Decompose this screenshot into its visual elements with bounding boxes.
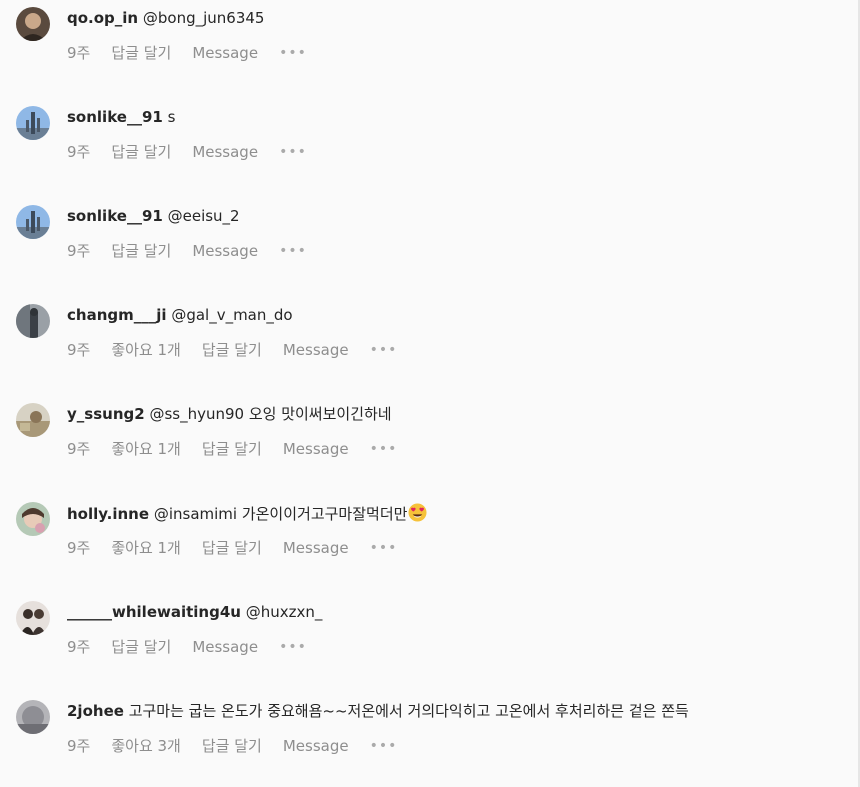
more-options-icon[interactable]: ••• [370,736,398,756]
comment-item: 2johee 고구마는 굽는 온도가 중요해욤~~저온에서 거의다익히고 고온에… [0,693,860,783]
timestamp[interactable]: 9주 [67,439,90,459]
comment-text: s [167,108,176,126]
avatar[interactable] [16,304,50,338]
avatar[interactable] [16,502,50,536]
heart-eyes-emoji-icon [408,503,427,522]
reply-button[interactable]: 답글 달기 [111,43,171,63]
likes-count[interactable]: 좋아요 1개 [111,439,181,459]
more-options-icon[interactable]: ••• [279,637,307,657]
comment-text: @ss_hyun90 오잉 맛이써보이긴하네 [149,405,392,423]
username[interactable]: qo.op_in [67,9,138,27]
comment-text: @huxzxn_ [245,603,323,621]
timestamp[interactable]: 9주 [67,142,90,162]
timestamp[interactable]: 9주 [67,241,90,261]
reply-button[interactable]: 답글 달기 [202,538,262,558]
reply-button[interactable]: 답글 달기 [111,241,171,261]
avatar[interactable] [16,700,50,734]
more-options-icon[interactable]: ••• [370,439,398,459]
username[interactable]: changm___ji [67,306,167,324]
avatar[interactable] [16,403,50,437]
more-options-icon[interactable]: ••• [279,241,307,261]
reply-button[interactable]: 답글 달기 [202,736,262,756]
username[interactable]: holly.inne [67,505,149,523]
avatar[interactable] [16,205,50,239]
comment-text: @gal_v_man_do [171,306,293,324]
message-button[interactable]: Message [283,538,349,558]
comment-text: @eeisu_2 [167,207,240,225]
timestamp[interactable]: 9주 [67,340,90,360]
message-button[interactable]: Message [192,43,258,63]
timestamp[interactable]: 9주 [67,538,90,558]
username[interactable]: sonlike__91 [67,207,163,225]
more-options-icon[interactable]: ••• [370,538,398,558]
comment-item: ______whilewaiting4u @huxzxn_ 9주 답글 달기 Mes… [0,594,860,684]
comment-item: changm___ji @gal_v_man_do 9주 좋아요 1개 답글 달기 M… [0,297,860,387]
timestamp[interactable]: 9주 [67,637,90,657]
more-options-icon[interactable]: ••• [279,43,307,63]
username[interactable]: sonlike__91 [67,108,163,126]
reply-button[interactable]: 답글 달기 [111,637,171,657]
comment-item: qo.op_in @bong_jun6345 9주 답글 달기 Message ••• [0,0,860,90]
timestamp[interactable]: 9주 [67,43,90,63]
message-button[interactable]: Message [192,637,258,657]
message-button[interactable]: Message [283,736,349,756]
message-button[interactable]: Message [283,340,349,360]
avatar[interactable] [16,106,50,140]
username[interactable]: ______whilewaiting4u [67,603,241,621]
message-button[interactable]: Message [192,142,258,162]
comment-item: holly.inne @insamimi 가온이이거고구마잘먹더만 9주 좋아요 … [0,495,860,585]
likes-count[interactable]: 좋아요 1개 [111,538,181,558]
comment-text: @bong_jun6345 [142,9,265,27]
more-options-icon[interactable]: ••• [370,340,398,360]
comment-item: sonlike__91 s 9주 답글 달기 Message ••• [0,99,860,189]
comment-text: @insamimi 가온이이거고구마잘먹더만 [153,505,408,523]
comment-item: y_ssung2 @ss_hyun90 오잉 맛이써보이긴하네 9주 좋아요 1개… [0,396,860,486]
avatar[interactable] [16,601,50,635]
reply-button[interactable]: 답글 달기 [111,142,171,162]
username[interactable]: 2johee [67,702,124,720]
comments-panel: qo.op_in @bong_jun6345 9주 답글 달기 Message •••… [0,0,860,787]
comment-item: sonlike__91 @eeisu_2 9주 답글 달기 Message ••• [0,198,860,288]
likes-count[interactable]: 좋아요 3개 [111,736,181,756]
timestamp[interactable]: 9주 [67,736,90,756]
username[interactable]: y_ssung2 [67,405,145,423]
likes-count[interactable]: 좋아요 1개 [111,340,181,360]
reply-button[interactable]: 답글 달기 [202,439,262,459]
message-button[interactable]: Message [283,439,349,459]
avatar[interactable] [16,7,50,41]
more-options-icon[interactable]: ••• [279,142,307,162]
message-button[interactable]: Message [192,241,258,261]
comment-text: 고구마는 굽는 온도가 중요해욤~~저온에서 거의다익히고 고온에서 후처리하믄… [128,702,689,720]
reply-button[interactable]: 답글 달기 [202,340,262,360]
